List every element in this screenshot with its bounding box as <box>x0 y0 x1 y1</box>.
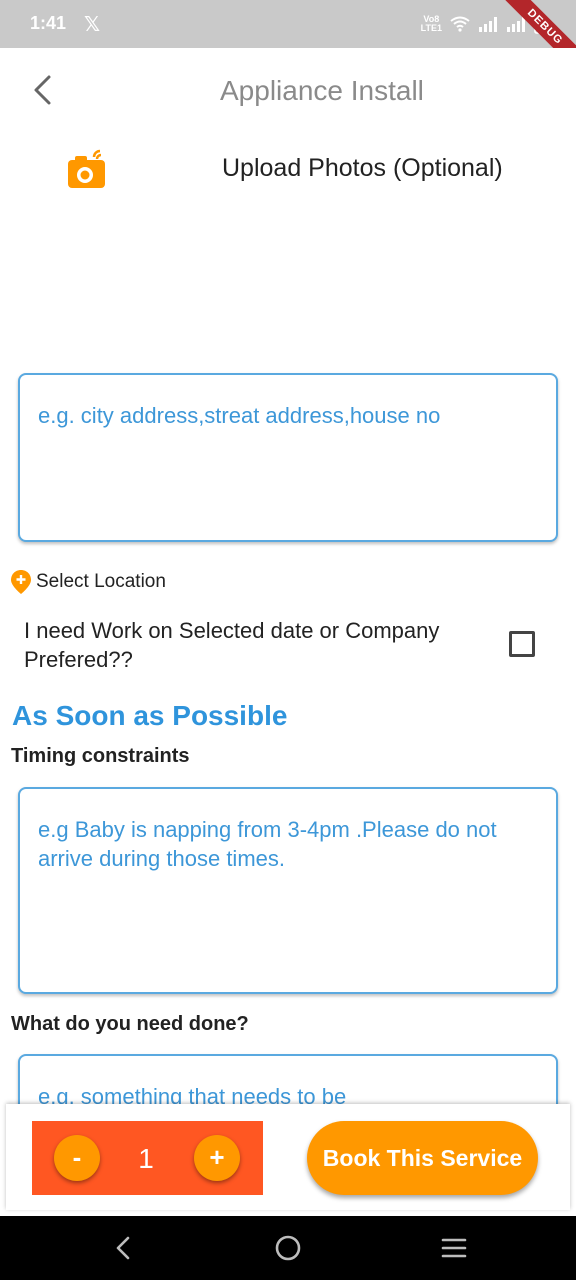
location-pin-icon <box>11 570 31 594</box>
decrement-button[interactable]: - <box>54 1135 100 1181</box>
nav-recents-icon[interactable] <box>438 1232 470 1264</box>
wifi-icon <box>450 16 470 32</box>
timing-constraints-input[interactable]: e.g Baby is napping from 3-4pm .Please d… <box>18 787 558 994</box>
nav-back-icon[interactable] <box>108 1232 140 1264</box>
bottom-action-bar: - 1 + Book This Service <box>6 1104 570 1210</box>
upload-photos-label: Upload Photos (Optional) <box>222 154 503 182</box>
lte-label: LTE1 <box>420 23 442 33</box>
volte-indicator: Vo8 LTE1 <box>421 15 442 33</box>
increment-button[interactable]: + <box>194 1135 240 1181</box>
status-time: 1:41 <box>30 13 67 33</box>
system-nav-bar <box>0 1216 576 1280</box>
select-location-button[interactable]: Select Location <box>10 568 166 596</box>
book-service-button[interactable]: Book This Service <box>307 1121 538 1195</box>
page-title: Appliance Install <box>220 75 424 106</box>
app-bar: Appliance Install <box>0 48 576 136</box>
x-logo-icon: 𝕏 <box>84 14 101 36</box>
schedule-heading: As Soon as Possible <box>12 700 288 731</box>
work-date-checkbox[interactable] <box>509 631 535 657</box>
signal-icon <box>479 17 497 32</box>
timing-constraints-label: Timing constraints <box>11 745 190 767</box>
work-date-label: I need Work on Selected date or Company … <box>24 618 440 672</box>
status-bar: 1:41 𝕏 Vo8 LTE1 <box>0 0 576 48</box>
camera-icon[interactable] <box>66 148 108 190</box>
address-input[interactable]: e.g. city address,streat address,house n… <box>18 373 558 542</box>
chevron-left-icon[interactable] <box>26 72 62 108</box>
upload-photos-row[interactable]: Upload Photos (Optional) <box>0 140 576 200</box>
needs-done-label: What do you need done? <box>11 1013 249 1035</box>
nav-home-icon[interactable] <box>272 1232 304 1264</box>
quantity-value: 1 <box>138 1143 154 1174</box>
quantity-stepper: - 1 + <box>32 1121 263 1195</box>
select-location-label: Select Location <box>36 571 166 592</box>
